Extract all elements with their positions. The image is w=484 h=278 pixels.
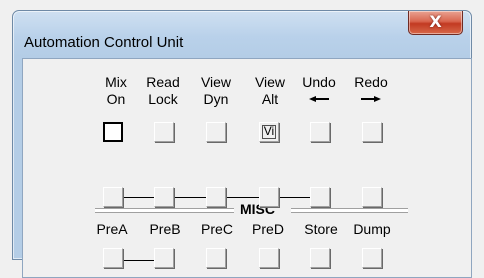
misc-link-line-4 <box>279 197 313 198</box>
misc-button-4[interactable] <box>259 187 279 207</box>
left-arrow-icon <box>309 96 329 102</box>
misc-button-6[interactable] <box>362 187 382 207</box>
label-undo-text: Undo <box>302 74 336 90</box>
label-lock: Lock <box>148 91 178 107</box>
store-button[interactable] <box>310 248 330 268</box>
misc-link-line-2 <box>175 197 209 198</box>
control-panel: Mix On Read Lock View Dyn View Alt Undo … <box>22 58 472 278</box>
label-pred: PreD <box>252 221 284 237</box>
close-button[interactable]: X <box>408 11 463 35</box>
label-dyn: Dyn <box>203 91 229 107</box>
label-redo-text: Redo <box>354 74 388 90</box>
misc-link-line-1 <box>123 197 157 198</box>
view-alt-button[interactable]: Vi <box>259 122 279 142</box>
prea-button[interactable] <box>103 248 123 268</box>
label-dump: Dump <box>353 221 391 237</box>
label-prea: PreA <box>96 221 128 237</box>
dump-button[interactable] <box>362 248 382 268</box>
misc-divider-right <box>291 208 408 213</box>
pred-button[interactable] <box>259 248 279 268</box>
misc-divider-left <box>95 208 234 213</box>
misc-button-5[interactable] <box>310 187 330 207</box>
redo-button[interactable] <box>362 122 382 142</box>
right-arrow-icon <box>361 96 381 102</box>
label-view-dyn: View Dyn <box>186 74 246 108</box>
mix-on-button[interactable] <box>103 122 123 142</box>
title-bar[interactable]: Automation Control Unit X <box>13 11 471 57</box>
label-read-lock: Read Lock <box>133 74 193 108</box>
label-view-1: View <box>200 74 232 90</box>
label-alt: Alt <box>261 91 279 107</box>
close-icon: X <box>429 12 442 31</box>
label-undo: Undo <box>289 74 349 91</box>
misc-button-3[interactable] <box>206 187 226 207</box>
label-redo: Redo <box>341 74 401 91</box>
misc-link-line-3 <box>227 197 261 198</box>
preset-link-line <box>123 260 157 261</box>
window-title: Automation Control Unit <box>24 34 184 51</box>
misc-button-2[interactable] <box>154 187 174 207</box>
view-alt-button-text: Vi <box>263 124 275 138</box>
label-preb: PreB <box>149 221 181 237</box>
label-read: Read <box>146 74 180 90</box>
read-lock-button[interactable] <box>154 122 174 142</box>
automation-window: Automation Control Unit X Mix On Read Lo… <box>12 10 472 278</box>
view-dyn-button[interactable] <box>206 122 226 142</box>
prec-button[interactable] <box>206 248 226 268</box>
preb-button[interactable] <box>154 248 174 268</box>
undo-button[interactable] <box>310 122 330 142</box>
misc-button-1[interactable] <box>103 187 123 207</box>
